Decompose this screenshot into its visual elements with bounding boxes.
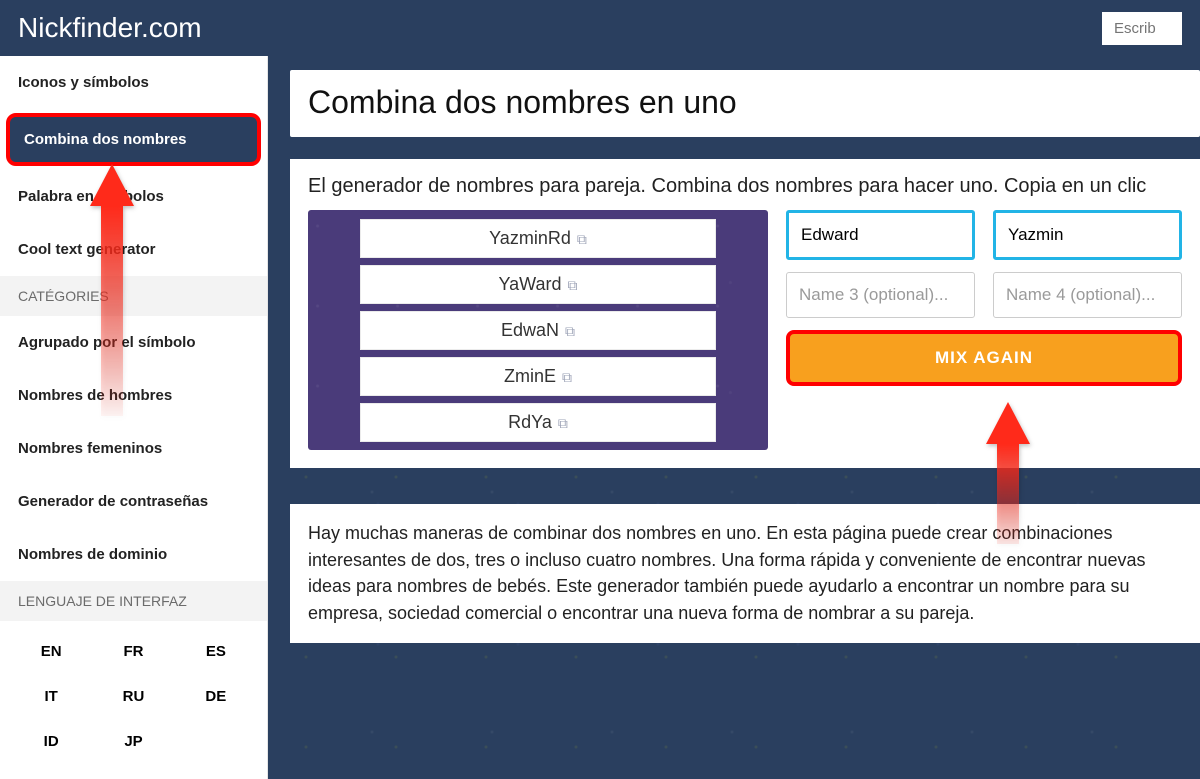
sidebar-item-nombres-dominio[interactable]: Nombres de dominio — [0, 528, 267, 581]
result-row[interactable]: ZminE⧉ — [360, 357, 716, 396]
sidebar-item-generador-contrasenas[interactable]: Generador de contraseñas — [0, 475, 267, 528]
name4-input[interactable] — [993, 272, 1182, 318]
name2-input[interactable] — [993, 210, 1182, 260]
sidebar-item-combina[interactable]: Combina dos nombres — [6, 113, 261, 166]
result-row[interactable]: YaWard⧉ — [360, 265, 716, 304]
lang-en[interactable]: EN — [10, 633, 92, 670]
sidebar: Iconos y símbolos Combina dos nombres Pa… — [0, 56, 268, 779]
lang-jp[interactable]: JP — [92, 723, 174, 760]
copy-icon: ⧉ — [558, 415, 568, 432]
sidebar-lang-header: LENGUAJE DE INTERFAZ — [0, 581, 267, 621]
main-content: Combina dos nombres en uno El generador … — [268, 56, 1200, 779]
result-row[interactable]: EdwaN⧉ — [360, 311, 716, 350]
mix-card: El generador de nombres para pareja. Com… — [290, 159, 1200, 468]
name1-input[interactable] — [786, 210, 975, 260]
description-text: Hay muchas maneras de combinar dos nombr… — [308, 520, 1182, 627]
lang-de[interactable]: DE — [175, 678, 257, 715]
copy-icon: ⧉ — [562, 369, 572, 386]
annotation-arrow-icon — [986, 402, 1030, 544]
search-input[interactable] — [1102, 12, 1182, 45]
copy-icon: ⧉ — [577, 231, 587, 248]
header: Nickfinder.com — [0, 0, 1200, 56]
results-box: YazminRd⧉ YaWard⧉ EdwaN⧉ ZminE⧉ RdYa⧉ — [308, 210, 768, 450]
lang-id[interactable]: ID — [10, 723, 92, 760]
page-title: Combina dos nombres en uno — [290, 70, 1200, 137]
result-row[interactable]: YazminRd⧉ — [360, 219, 716, 258]
lang-it[interactable]: IT — [10, 678, 92, 715]
lang-fr[interactable]: FR — [92, 633, 174, 670]
sidebar-item-nombres-femeninos[interactable]: Nombres femeninos — [0, 422, 267, 475]
lang-grid: EN FR ES IT RU DE ID JP — [0, 621, 267, 760]
copy-icon: ⧉ — [568, 277, 578, 294]
sidebar-item-iconos[interactable]: Iconos y símbolos — [0, 56, 267, 109]
name3-input[interactable] — [786, 272, 975, 318]
site-logo[interactable]: Nickfinder.com — [18, 12, 202, 44]
lang-empty — [175, 723, 257, 760]
lang-ru[interactable]: RU — [92, 678, 174, 715]
mix-again-button[interactable]: MIX AGAIN — [786, 330, 1182, 386]
lang-es[interactable]: ES — [175, 633, 257, 670]
annotation-arrow-icon — [90, 164, 134, 416]
page-subtitle: El generador de nombres para pareja. Com… — [308, 175, 1182, 198]
description-card: Hay muchas maneras de combinar dos nombr… — [290, 504, 1200, 643]
copy-icon: ⧉ — [565, 323, 575, 340]
result-row[interactable]: RdYa⧉ — [360, 403, 716, 442]
